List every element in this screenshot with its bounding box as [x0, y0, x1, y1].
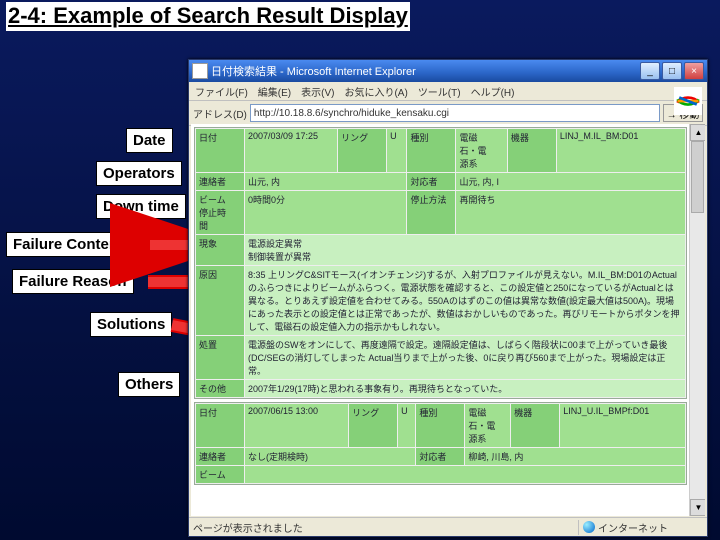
slide-title: 2-4: Example of Search Result Display [6, 2, 410, 31]
r1-ring-v: U [387, 129, 407, 173]
status-zone: インターネット [578, 520, 707, 535]
globe-icon [583, 521, 595, 533]
r1-dev-v: LINJ_M.IL_BM:D01 [556, 129, 685, 173]
callout-operators: Operators [96, 161, 182, 186]
page-icon [192, 63, 208, 79]
r1-dev-l: 機器 [507, 129, 556, 173]
browser-window: 日付検索結果 - Microsoft Internet Explorer _ □… [188, 59, 708, 537]
browser-menubar[interactable]: ファイル(F) 編集(E) 表示(V) お気に入り(A) ツール(T) ヘルプ(… [189, 82, 707, 101]
r1-ring-l: リング [338, 129, 387, 173]
result-record-2: 日付 2007/06/15 13:00 リング U 種別 電磁 石・電 源系 機… [194, 402, 687, 485]
r1-sym-v: 電源設定異常 制御装置が異常 [245, 235, 686, 266]
callout-date: Date [126, 128, 173, 153]
close-button[interactable]: × [684, 62, 704, 80]
r1-rep-l: 連絡者 [196, 173, 245, 191]
menu-fav[interactable]: お気に入り(A) [344, 84, 407, 99]
status-text: ページが表示されました [189, 520, 578, 535]
r2-beam-v [245, 466, 686, 484]
r1-resp-l: 対応者 [407, 173, 456, 191]
ie-throbber-icon [671, 84, 705, 118]
r1-fix-l: 処置 [196, 336, 245, 380]
callout-others: Others [118, 372, 180, 397]
r2-ring-v: U [398, 404, 416, 448]
status-bar: ページが表示されました インターネット [189, 517, 707, 536]
slide-root: 2-4: Example of Search Result Display Da… [0, 0, 720, 540]
r1-oth-l: その他 [196, 380, 245, 398]
callout-reason: Failure Reason [12, 269, 134, 294]
callout-downtime: Down time [96, 194, 186, 219]
r2-resp-v: 柳崎, 川島, 内 [465, 448, 686, 466]
r1-cause-v: 8:35 上リングC&SITモース(イオンチェンジ)するが、入射プロファイルが見… [245, 266, 686, 336]
r1-oth-v: 2007年1/29(17時)と思われる事象有り。再現待ちとなっていた。 [245, 380, 686, 398]
callout-solutions: Solutions [90, 312, 172, 337]
r1-fix-v: 電源盤のSWをオンにして、再度遠隔で設定。遠隔設定値は、しばらく階段状に00まで… [245, 336, 686, 380]
r1-beam-v: 0時間0分 [245, 191, 407, 235]
r2-ring-l: リング [349, 404, 398, 448]
maximize-button[interactable]: □ [662, 62, 682, 80]
address-bar: アドレス(D) http://10.18.8.6/synchro/hiduke_… [189, 101, 707, 126]
r1-stop-l: 停止方法 [407, 191, 456, 235]
r1-cat-v: 電磁 石・電 源系 [456, 129, 507, 173]
scrollbar[interactable]: ▲ ▼ [689, 124, 705, 516]
r1-cause-l: 原因 [196, 266, 245, 336]
r1-date-l: 日付 [196, 129, 245, 173]
r2-date-v: 2007/06/15 13:00 [245, 404, 349, 448]
minimize-button[interactable]: _ [640, 62, 660, 80]
menu-file[interactable]: ファイル(F) [195, 84, 248, 99]
browser-titlebar[interactable]: 日付検索結果 - Microsoft Internet Explorer _ □… [189, 60, 707, 82]
scroll-down-button[interactable]: ▼ [690, 499, 705, 516]
menu-tools[interactable]: ツール(T) [418, 84, 461, 99]
r1-stop-v: 再開待ち [456, 191, 686, 235]
menu-help[interactable]: ヘルプ(H) [471, 84, 515, 99]
browser-title: 日付検索結果 - Microsoft Internet Explorer [211, 63, 640, 79]
r1-beam-l: ビーム 停止時 間 [196, 191, 245, 235]
r2-rep-v: なし(定期検時) [245, 448, 416, 466]
r1-resp-v: 山元, 内, I [456, 173, 686, 191]
address-label: アドレス(D) [193, 106, 247, 121]
r2-beam-l: ビーム [196, 466, 245, 484]
r1-sym-l: 現象 [196, 235, 245, 266]
r2-resp-l: 対応者 [416, 448, 465, 466]
r1-date-v: 2007/03/09 17:25 [245, 129, 338, 173]
r2-cat-v: 電磁 石・電 源系 [465, 404, 511, 448]
scroll-thumb[interactable] [691, 141, 704, 213]
r1-cat-l: 種別 [407, 129, 456, 173]
r2-cat-l: 種別 [416, 404, 465, 448]
menu-view[interactable]: 表示(V) [301, 84, 334, 99]
browser-content: ▲ ▼ 日付 2007/03/09 17:25 リング U 種別 電磁 石・電 … [191, 124, 705, 516]
callout-contents: Failure Contents [6, 232, 138, 257]
r2-dev-v: LINJ_U.IL_BMPf:D01 [560, 404, 686, 448]
r1-rep-v: 山元, 内 [245, 173, 407, 191]
scroll-up-button[interactable]: ▲ [690, 124, 705, 141]
r2-dev-l: 機器 [511, 404, 560, 448]
result-record-1: 日付 2007/03/09 17:25 リング U 種別 電磁 石・電 源系 機… [194, 127, 687, 399]
url-input[interactable]: http://10.18.8.6/synchro/hiduke_kensaku.… [250, 104, 660, 122]
r2-date-l: 日付 [196, 404, 245, 448]
menu-edit[interactable]: 編集(E) [258, 84, 291, 99]
r2-rep-l: 連絡者 [196, 448, 245, 466]
